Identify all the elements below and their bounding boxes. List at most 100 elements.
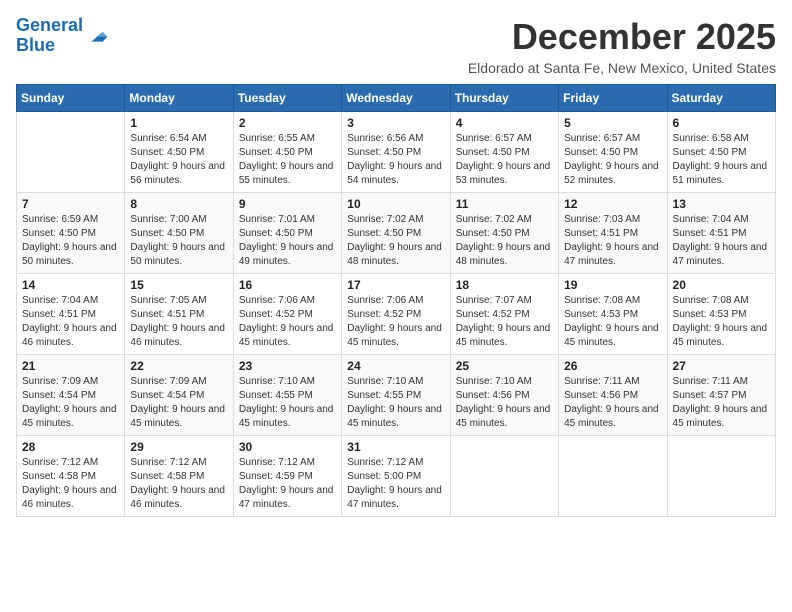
day-info: Sunrise: 7:12 AMSunset: 4:58 PMDaylight:… [22,456,119,512]
day-number: 27 [673,359,770,373]
calendar-cell: 27 Sunrise: 7:11 AMSunset: 4:57 PMDayligh… [667,355,775,436]
day-info: Sunrise: 7:12 AMSunset: 5:00 PMDaylight:… [347,456,444,512]
day-number: 9 [239,197,336,211]
day-info: Sunrise: 7:04 AMSunset: 4:51 PMDaylight:… [673,213,770,269]
logo-text: General Blue [16,16,83,56]
calendar-cell: 25 Sunrise: 7:10 AMSunset: 4:56 PMDayligh… [450,355,558,436]
day-info: Sunrise: 7:12 AMSunset: 4:59 PMDaylight:… [239,456,336,512]
day-number: 10 [347,197,444,211]
day-number: 6 [673,116,770,130]
day-number: 23 [239,359,336,373]
calendar-cell: 6 Sunrise: 6:58 AMSunset: 4:50 PMDaylight… [667,112,775,193]
month-title: December 2025 [468,16,776,58]
day-info: Sunrise: 7:02 AMSunset: 4:50 PMDaylight:… [347,213,444,269]
day-info: Sunrise: 7:12 AMSunset: 4:58 PMDaylight:… [130,456,227,512]
calendar-cell: 26Sunrise: 7:11 AMSunset: 4:56 PMDayligh… [559,355,667,436]
page-container: General Blue December 2025 Eldorado at S… [16,16,776,517]
day-info: Sunrise: 7:11 AMSunset: 4:57 PMDaylight:… [673,375,770,431]
day-number: 7 [22,197,119,211]
day-number: 14 [22,278,119,292]
day-info: Sunrise: 7:01 AMSunset: 4:50 PMDaylight:… [239,213,336,269]
header-monday: Monday [125,85,233,112]
header-tuesday: Tuesday [233,85,341,112]
calendar-cell: 29Sunrise: 7:12 AMSunset: 4:58 PMDayligh… [125,436,233,517]
calendar-cell: 11 Sunrise: 7:02 AMSunset: 4:50 PMDayligh… [450,193,558,274]
calendar-cell [17,112,125,193]
day-number: 18 [456,278,553,292]
header-thursday: Thursday [450,85,558,112]
calendar-cell: 24 Sunrise: 7:10 AMSunset: 4:55 PMDayligh… [342,355,450,436]
calendar-cell [450,436,558,517]
calendar-cell [667,436,775,517]
calendar-cell: 2 Sunrise: 6:55 AMSunset: 4:50 PMDaylight… [233,112,341,193]
day-number: 31 [347,440,444,454]
day-info: Sunrise: 7:02 AMSunset: 4:50 PMDaylight:… [456,213,553,269]
header-wednesday: Wednesday [342,85,450,112]
day-info: Sunrise: 7:10 AMSunset: 4:56 PMDaylight:… [456,375,553,431]
calendar-cell: 9 Sunrise: 7:01 AMSunset: 4:50 PMDaylight… [233,193,341,274]
calendar-week-2: 7 Sunrise: 6:59 AMSunset: 4:50 PMDaylight… [17,193,776,274]
day-number: 20 [673,278,770,292]
calendar-table: Sunday Monday Tuesday Wednesday Thursday… [16,84,776,517]
calendar-cell: 16 Sunrise: 7:06 AMSunset: 4:52 PMDayligh… [233,274,341,355]
calendar-cell: 12 Sunrise: 7:03 AMSunset: 4:51 PMDayligh… [559,193,667,274]
calendar-cell: 5Sunrise: 6:57 AMSunset: 4:50 PMDaylight… [559,112,667,193]
day-number: 30 [239,440,336,454]
day-info: Sunrise: 6:57 AMSunset: 4:50 PMDaylight:… [456,132,553,188]
day-info: Sunrise: 7:09 AMSunset: 4:54 PMDaylight:… [130,375,227,431]
calendar-cell: 23 Sunrise: 7:10 AMSunset: 4:55 PMDayligh… [233,355,341,436]
calendar-cell: 28 Sunrise: 7:12 AMSunset: 4:58 PMDayligh… [17,436,125,517]
calendar-cell: 4Sunrise: 6:57 AMSunset: 4:50 PMDaylight… [450,112,558,193]
day-number: 2 [239,116,336,130]
day-number: 26 [564,359,661,373]
day-info: Sunrise: 7:06 AMSunset: 4:52 PMDaylight:… [239,294,336,350]
calendar-cell: 17Sunrise: 7:06 AMSunset: 4:52 PMDayligh… [342,274,450,355]
days-header-row: Sunday Monday Tuesday Wednesday Thursday… [17,85,776,112]
day-info: Sunrise: 7:10 AMSunset: 4:55 PMDaylight:… [239,375,336,431]
calendar-cell: 13Sunrise: 7:04 AMSunset: 4:51 PMDayligh… [667,193,775,274]
calendar-cell: 19 Sunrise: 7:08 AMSunset: 4:53 PMDayligh… [559,274,667,355]
day-info: Sunrise: 6:56 AMSunset: 4:50 PMDaylight:… [347,132,444,188]
calendar-week-1: 1 Sunrise: 6:54 AMSunset: 4:50 PMDaylight… [17,112,776,193]
day-number: 19 [564,278,661,292]
header: General Blue December 2025 Eldorado at S… [16,16,776,76]
title-block: December 2025 Eldorado at Santa Fe, New … [468,16,776,76]
day-info: Sunrise: 7:09 AMSunset: 4:54 PMDaylight:… [22,375,119,431]
calendar-cell: 14Sunrise: 7:04 AMSunset: 4:51 PMDayligh… [17,274,125,355]
day-number: 25 [456,359,553,373]
logo: General Blue [16,16,109,56]
day-info: Sunrise: 7:05 AMSunset: 4:51 PMDaylight:… [130,294,227,350]
calendar-cell: 31 Sunrise: 7:12 AMSunset: 5:00 PMDayligh… [342,436,450,517]
calendar-cell: 10 Sunrise: 7:02 AMSunset: 4:50 PMDayligh… [342,193,450,274]
calendar-cell: 20 Sunrise: 7:08 AMSunset: 4:53 PMDayligh… [667,274,775,355]
day-number: 3 [347,116,444,130]
day-number: 24 [347,359,444,373]
day-number: 1 [130,116,227,130]
calendar-week-3: 14Sunrise: 7:04 AMSunset: 4:51 PMDayligh… [17,274,776,355]
day-info: Sunrise: 7:08 AMSunset: 4:53 PMDaylight:… [673,294,770,350]
day-number: 8 [130,197,227,211]
logo-icon [85,24,109,48]
calendar-week-5: 28 Sunrise: 7:12 AMSunset: 4:58 PMDayligh… [17,436,776,517]
calendar-cell [559,436,667,517]
day-info: Sunrise: 7:07 AMSunset: 4:52 PMDaylight:… [456,294,553,350]
day-number: 28 [22,440,119,454]
day-info: Sunrise: 6:59 AMSunset: 4:50 PMDaylight:… [22,213,119,269]
day-info: Sunrise: 7:10 AMSunset: 4:55 PMDaylight:… [347,375,444,431]
day-info: Sunrise: 6:54 AMSunset: 4:50 PMDaylight:… [130,132,227,188]
calendar-cell: 15 Sunrise: 7:05 AMSunset: 4:51 PMDayligh… [125,274,233,355]
calendar-cell: 21Sunrise: 7:09 AMSunset: 4:54 PMDayligh… [17,355,125,436]
calendar-week-4: 21Sunrise: 7:09 AMSunset: 4:54 PMDayligh… [17,355,776,436]
day-number: 11 [456,197,553,211]
day-info: Sunrise: 7:08 AMSunset: 4:53 PMDaylight:… [564,294,661,350]
day-info: Sunrise: 7:00 AMSunset: 4:50 PMDaylight:… [130,213,227,269]
day-info: Sunrise: 7:03 AMSunset: 4:51 PMDaylight:… [564,213,661,269]
day-number: 12 [564,197,661,211]
day-number: 16 [239,278,336,292]
day-info: Sunrise: 6:55 AMSunset: 4:50 PMDaylight:… [239,132,336,188]
day-number: 5 [564,116,661,130]
day-info: Sunrise: 6:58 AMSunset: 4:50 PMDaylight:… [673,132,770,188]
day-number: 15 [130,278,227,292]
calendar-cell: 7 Sunrise: 6:59 AMSunset: 4:50 PMDaylight… [17,193,125,274]
calendar-cell: 18 Sunrise: 7:07 AMSunset: 4:52 PMDayligh… [450,274,558,355]
